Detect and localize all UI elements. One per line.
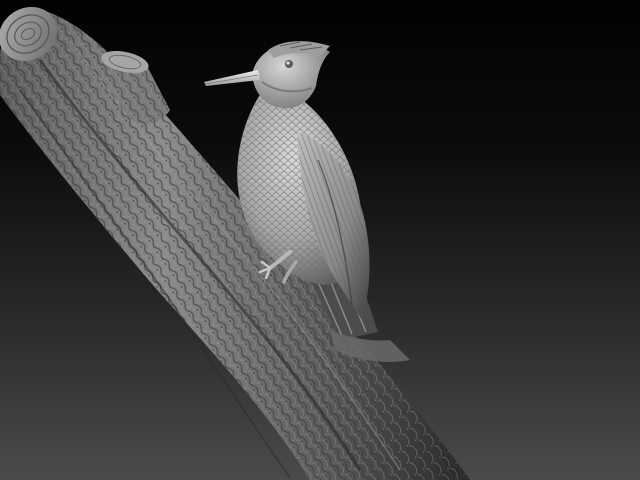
sculpture-render: [0, 6, 470, 480]
render-viewport: [0, 0, 640, 480]
woodpecker-beak: [204, 70, 260, 86]
